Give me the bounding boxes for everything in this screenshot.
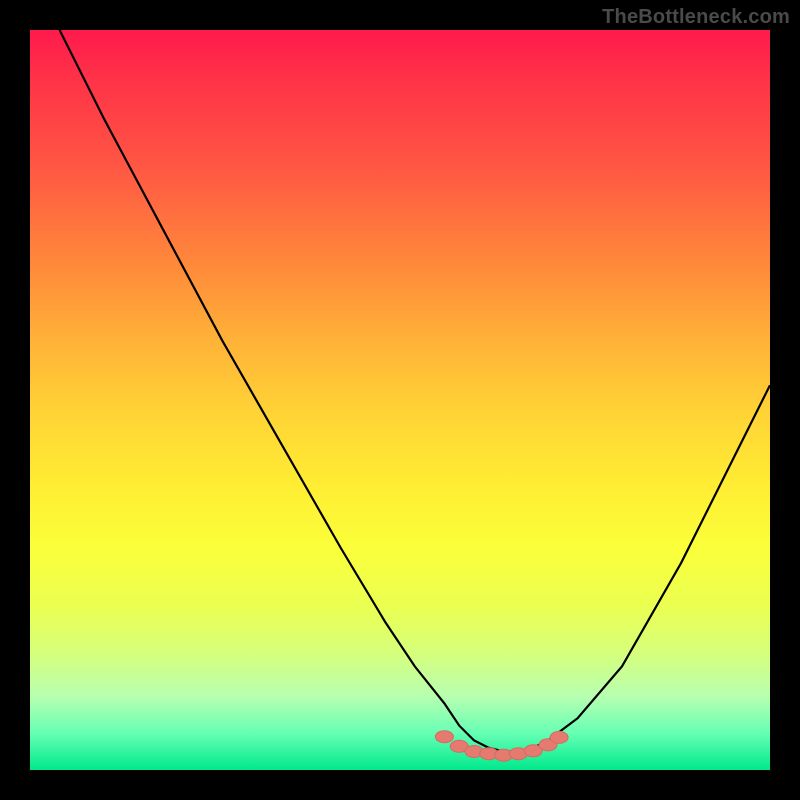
valley-marker xyxy=(524,745,542,757)
curve-svg xyxy=(30,30,770,770)
valley-markers xyxy=(435,731,568,762)
plot-area xyxy=(30,30,770,770)
valley-marker xyxy=(495,749,513,761)
valley-marker xyxy=(509,748,527,760)
black-frame: TheBottleneck.com xyxy=(0,0,800,800)
watermark-text: TheBottleneck.com xyxy=(602,6,790,29)
valley-marker xyxy=(450,740,468,752)
valley-marker xyxy=(465,746,483,758)
bottleneck-curve xyxy=(60,30,770,752)
valley-marker xyxy=(480,748,498,760)
valley-marker xyxy=(435,731,453,743)
valley-marker xyxy=(550,731,568,743)
valley-marker xyxy=(539,739,557,751)
